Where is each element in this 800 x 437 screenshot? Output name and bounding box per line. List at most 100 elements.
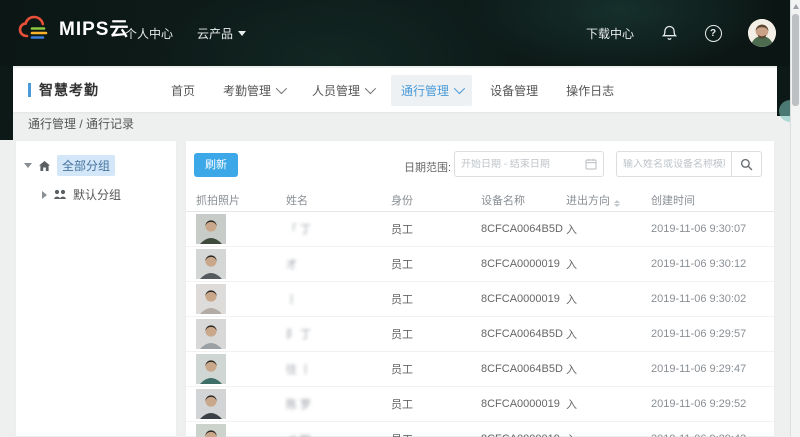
records-panel: 刷新 日期范围: 抓拍照片 姓名 身份 (185, 140, 775, 437)
header-direction-label: 进出方向 (566, 195, 610, 207)
module-title-text: 智慧考勤 (39, 80, 99, 100)
table-row[interactable]: 往丨 员工 8CFCA0064B5D 入 2019-11-06 9:29:47 (186, 352, 774, 387)
captured-photo[interactable] (196, 389, 226, 419)
brand-logo[interactable]: MIPS云 (18, 14, 129, 41)
tree-expander-collapsed-icon[interactable] (42, 191, 47, 199)
top-nav-personal-center[interactable]: 个人中心 (125, 25, 173, 42)
cell-identity: 员工 (391, 431, 481, 437)
top-app-bar: MIPS云 个人中心 云产品 下载中心 ? (0, 0, 800, 66)
top-bar-right: 下载中心 ? (586, 0, 776, 66)
search-icon (740, 158, 753, 171)
cell-photo (196, 424, 286, 437)
captured-photo[interactable] (196, 249, 226, 279)
tab-personnel-management[interactable]: 人员管理 (302, 75, 383, 106)
chevron-down-icon (276, 83, 287, 94)
tree-item-default-group[interactable]: 默认分组 (42, 186, 168, 203)
tab-device-management[interactable]: 设备管理 (480, 75, 548, 106)
avatar-illustration (748, 19, 776, 47)
header-created-time: 创建时间 (651, 192, 766, 208)
captured-photo[interactable] (196, 354, 226, 384)
cell-created-time: 2019-11-06 9:29:42 (651, 433, 766, 437)
table-row[interactable]: 陈罗 员工 8CFCA0000019 入 2019-11-06 9:29:52 (186, 387, 774, 422)
cell-device: 8CFCA0064B5D (481, 328, 566, 340)
cell-device: 8CFCA0064B5D (481, 363, 566, 375)
table-row[interactable]: 〆姒 员工 8CFCA0000019 入 2019-11-06 9:29:42 (186, 422, 774, 437)
cell-device: 8CFCA0000019 (481, 433, 566, 437)
brand-name: MIPS云 (59, 14, 129, 41)
records-toolbar: 刷新 日期范围: (186, 141, 774, 189)
refresh-button[interactable]: 刷新 (194, 153, 238, 177)
tab-label: 操作日志 (566, 82, 614, 99)
captured-photo[interactable] (196, 319, 226, 349)
home-icon (38, 160, 51, 172)
header-direction[interactable]: 进出方向 (566, 192, 651, 208)
tab-operation-log[interactable]: 操作日志 (556, 75, 624, 106)
cell-direction: 入 (566, 291, 651, 307)
cell-identity: 员工 (391, 396, 481, 412)
tab-label: 首页 (171, 82, 195, 99)
cell-created-time: 2019-11-06 9:30:02 (651, 293, 766, 305)
date-range-input[interactable] (455, 159, 585, 170)
date-range-label: 日期范围: (404, 159, 451, 175)
cloud-logo-icon (18, 15, 52, 41)
calendar-icon[interactable] (585, 158, 597, 170)
cell-name: 「丁 (286, 221, 391, 237)
cell-device: 8CFCA0000019 (481, 258, 566, 270)
table-row[interactable]: 才 员工 8CFCA0000019 入 2019-11-06 9:30:12 (186, 247, 774, 282)
captured-photo[interactable] (196, 214, 226, 244)
user-avatar[interactable] (748, 19, 776, 47)
search-button[interactable] (732, 151, 762, 177)
table-body: 「丁 员工 8CFCA0064B5D 入 2019-11-06 9:30:07 … (186, 212, 774, 437)
cell-identity: 员工 (391, 326, 481, 342)
cell-identity: 员工 (391, 256, 481, 272)
captured-photo[interactable] (196, 424, 226, 437)
tab-label: 人员管理 (312, 82, 360, 99)
notification-bell-icon[interactable] (660, 24, 678, 42)
cell-created-time: 2019-11-06 9:29:47 (651, 363, 766, 375)
tab-home[interactable]: 首页 (161, 75, 205, 106)
group-icon (53, 189, 67, 200)
search-input[interactable] (617, 159, 731, 170)
scrollbar-thumb[interactable] (792, 14, 799, 106)
question-mark-glyph: ? (705, 25, 722, 42)
vertical-scrollbar[interactable] (790, 0, 800, 437)
tree-expander-expanded-icon[interactable] (24, 163, 32, 168)
title-accent-bar (28, 83, 31, 97)
cell-direction: 入 (566, 396, 651, 412)
help-icon[interactable]: ? (704, 24, 722, 42)
download-center-link[interactable]: 下载中心 (586, 25, 634, 42)
cell-photo (196, 354, 286, 384)
tree-item-all-groups[interactable]: 全部分组 (24, 155, 168, 176)
cell-identity: 员工 (391, 221, 481, 237)
group-tree-panel: 全部分组 默认分组 (15, 140, 177, 437)
sort-icon[interactable] (614, 200, 620, 207)
captured-photo[interactable] (196, 284, 226, 314)
header-photo: 抓拍照片 (196, 192, 286, 208)
cell-created-time: 2019-11-06 9:29:52 (651, 398, 766, 410)
cell-created-time: 2019-11-06 9:30:12 (651, 258, 766, 270)
cell-photo (196, 249, 286, 279)
top-nav-label: 云产品 (197, 25, 233, 42)
cell-photo (196, 319, 286, 349)
search-input-wrap (616, 151, 732, 177)
page-backdrop-left (0, 66, 13, 140)
tab-label: 通行管理 (401, 82, 449, 99)
cell-photo (196, 389, 286, 419)
cell-created-time: 2019-11-06 9:30:07 (651, 223, 766, 235)
cell-name: 才 (286, 256, 391, 272)
tab-attendance-management[interactable]: 考勤管理 (213, 75, 294, 106)
top-nav-cloud-products[interactable]: 云产品 (197, 25, 246, 42)
cell-name: 丨 (286, 291, 391, 307)
tab-access-management[interactable]: 通行管理 (391, 75, 472, 106)
cell-name: 阝丁 (286, 326, 391, 342)
tree-item-label: 全部分组 (57, 155, 115, 176)
table-row[interactable]: 「丁 员工 8CFCA0064B5D 入 2019-11-06 9:30:07 (186, 212, 774, 247)
cell-direction: 入 (566, 361, 651, 377)
top-nav-label: 个人中心 (125, 25, 173, 42)
table-row[interactable]: 阝丁 员工 8CFCA0064B5D 入 2019-11-06 9:29:57 (186, 317, 774, 352)
chevron-down-icon (454, 83, 465, 94)
cell-name: 陈罗 (286, 396, 391, 412)
table-row[interactable]: 丨 员工 8CFCA0000019 入 2019-11-06 9:30:02 (186, 282, 774, 317)
group-tree: 全部分组 默认分组 (16, 141, 176, 227)
scrollbar-up-arrow[interactable] (793, 4, 799, 9)
